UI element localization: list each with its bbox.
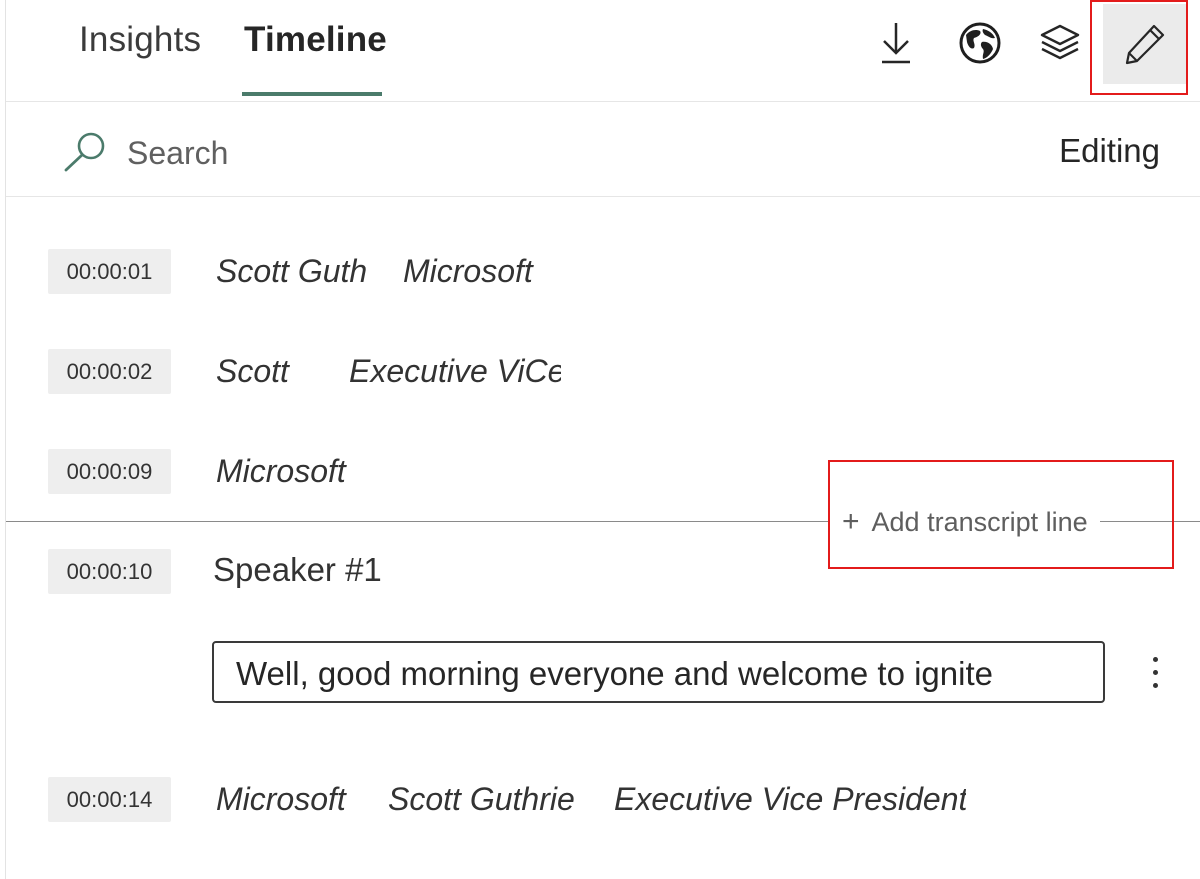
insight-tag[interactable]: Scott Guthrie: [388, 781, 580, 818]
timestamp-badge[interactable]: 00:00:14: [48, 777, 171, 822]
timestamp-badge[interactable]: 00:00:01: [48, 249, 171, 294]
transcript-text-field[interactable]: Well, good morning everyone and welcome …: [212, 641, 1105, 703]
search-divider: [6, 196, 1200, 197]
insight-tag[interactable]: Microsoft: [403, 253, 543, 290]
insight-tag[interactable]: Microsoft: [216, 453, 356, 490]
tab-insights[interactable]: Insights: [79, 18, 201, 62]
layers-button[interactable]: [1030, 12, 1090, 74]
globe-icon: [959, 22, 1001, 64]
more-icon: [1152, 656, 1158, 662]
insight-tag[interactable]: Scott: [216, 353, 306, 390]
insight-tag[interactable]: Scott Guth: [216, 253, 371, 290]
insight-tag[interactable]: Executive ViCe: [349, 353, 561, 390]
active-tab-indicator: [242, 92, 382, 96]
search-input[interactable]: [127, 130, 627, 176]
panel-left-border: [5, 0, 6, 879]
tab-timeline[interactable]: Timeline: [244, 18, 387, 62]
insight-tag[interactable]: Executive Vice President: [614, 781, 966, 818]
header-divider: [6, 101, 1200, 102]
highlight-box-add: [828, 460, 1174, 569]
timestamp-badge[interactable]: 00:00:02: [48, 349, 171, 394]
mode-label: Editing: [1059, 132, 1160, 169]
layers-icon: [1040, 24, 1080, 60]
more-options-button[interactable]: [1138, 648, 1172, 696]
download-icon: [882, 23, 910, 64]
insight-tag[interactable]: Microsoft: [216, 781, 356, 818]
timestamp-badge[interactable]: 00:00:10: [48, 549, 171, 594]
timestamp-badge[interactable]: 00:00:09: [48, 449, 171, 494]
highlight-box-edit: [1090, 0, 1188, 95]
speaker-name[interactable]: Speaker #1: [213, 551, 382, 589]
download-button[interactable]: [866, 12, 926, 74]
language-button[interactable]: [950, 12, 1010, 74]
search-icon: [64, 132, 105, 172]
